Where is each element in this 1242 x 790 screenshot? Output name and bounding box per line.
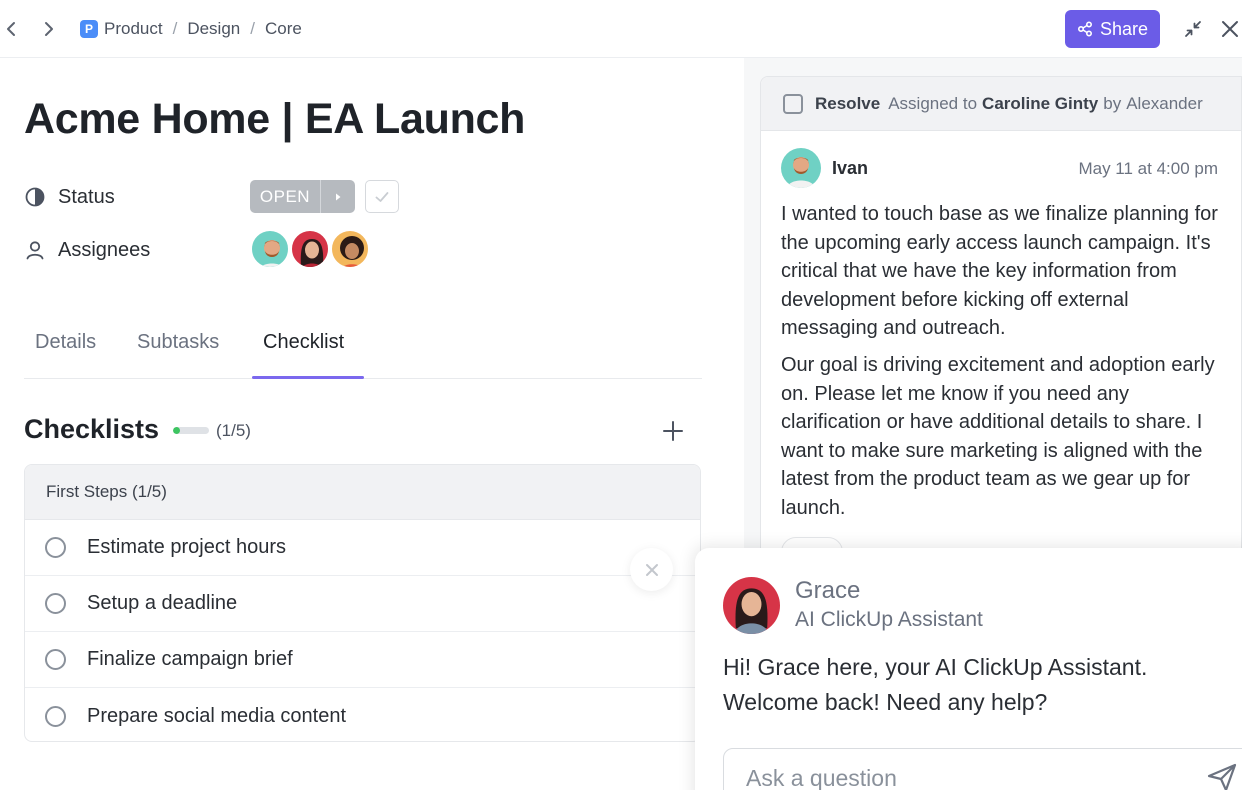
share-label: Share xyxy=(1099,18,1149,39)
checklist-item-label: Finalize campaign brief xyxy=(87,648,293,670)
comment-paragraph: Our goal is driving excitement and adopt… xyxy=(781,354,1215,519)
close-icon[interactable] xyxy=(1219,18,1241,40)
breadcrumb-separator: / xyxy=(250,19,255,38)
avatar-assignee-2[interactable] xyxy=(290,229,330,269)
comment-author[interactable]: Ivan xyxy=(832,158,868,179)
forward-arrow-icon[interactable] xyxy=(38,18,58,40)
checklist-item-label: Setup a deadline xyxy=(87,592,238,614)
checklist-group: First Steps (1/5) Estimate project hours… xyxy=(24,464,701,742)
close-icon xyxy=(645,563,658,576)
active-tab-indicator xyxy=(252,376,364,379)
back-arrow-icon[interactable] xyxy=(2,18,22,40)
breadcrumb-separator: / xyxy=(172,19,178,38)
ai-assistant-popup: Grace AI ClickUp Assistant Hi! Grace her… xyxy=(695,548,1242,790)
checklist-item-label: Prepare social media content xyxy=(87,704,347,727)
checklist-item-checkbox[interactable] xyxy=(45,537,66,558)
top-bar: P Product / Design / Core Share xyxy=(0,0,1242,58)
resolve-checkbox[interactable] xyxy=(783,93,803,114)
assistant-name: Grace xyxy=(795,577,861,604)
task-title[interactable]: Acme Home | EA Launch xyxy=(24,95,525,144)
send-icon[interactable] xyxy=(1205,760,1239,790)
breadcrumb: P Product / Design / Core xyxy=(80,18,302,40)
checklist-progress-text: (1/5) xyxy=(216,421,251,440)
avatar-assignee-3[interactable] xyxy=(330,229,370,269)
checklist-item-checkbox[interactable] xyxy=(45,649,66,670)
assignee-icon xyxy=(24,239,46,261)
status-pill[interactable]: OPEN xyxy=(250,180,355,213)
close-assistant-button[interactable] xyxy=(630,548,673,591)
comment-timestamp: May 11 at 4:00 pm xyxy=(1078,159,1218,178)
share-button[interactable]: Share xyxy=(1065,10,1160,48)
status-next-icon[interactable] xyxy=(320,180,355,213)
avatar[interactable] xyxy=(781,148,821,188)
ask-question-input[interactable] xyxy=(723,748,1242,790)
checkmark-icon xyxy=(375,191,389,202)
tab-details[interactable]: Details xyxy=(35,331,96,354)
assigned-by-name[interactable]: Alexander xyxy=(1126,94,1203,114)
resolve-label: Resolve xyxy=(815,93,881,113)
breadcrumb-item-product[interactable]: Product xyxy=(104,19,163,39)
checklist-item-label: Estimate project hours xyxy=(87,536,286,558)
assignees-label: Assignees xyxy=(58,239,151,261)
checklist-progress-fill xyxy=(173,427,181,434)
space-badge-icon: P xyxy=(80,20,98,38)
add-checklist-icon[interactable] xyxy=(660,418,686,444)
checklist-item[interactable]: Setup a deadline xyxy=(25,576,700,632)
tab-subtasks[interactable]: Subtasks xyxy=(137,331,219,354)
breadcrumb-item-design[interactable]: Design xyxy=(187,19,240,39)
checklists-title: Checklists xyxy=(24,414,160,444)
avatar-assignee-1[interactable] xyxy=(250,229,290,269)
share-icon xyxy=(1077,21,1092,37)
status-value: OPEN xyxy=(259,186,311,206)
checklist-item-checkbox[interactable] xyxy=(45,593,66,614)
status-label: Status xyxy=(58,186,115,208)
assistant-role: AI ClickUp Assistant xyxy=(795,608,983,631)
tab-checklist[interactable]: Checklist xyxy=(263,331,344,354)
assigned-to-name[interactable]: Caroline Ginty xyxy=(982,94,1098,114)
checklist-group-title[interactable]: First Steps (1/5) xyxy=(25,465,700,520)
assistant-avatar xyxy=(723,577,780,634)
mark-complete-button[interactable] xyxy=(365,180,399,213)
comment-card: Resolve Assigned to Caroline Ginty by Al… xyxy=(760,76,1242,596)
breadcrumb-item-core[interactable]: Core xyxy=(265,19,302,39)
checklist-item[interactable]: Prepare social media content xyxy=(25,688,700,741)
checklist-item-checkbox[interactable] xyxy=(45,705,66,727)
status-icon xyxy=(24,186,46,208)
checklist-item[interactable]: Estimate project hours xyxy=(25,520,700,576)
assigned-prefix: Assigned to xyxy=(888,93,978,113)
comment-paragraph: I wanted to touch base as we finalize pl… xyxy=(781,203,1218,339)
assistant-message: Hi! Grace here, your AI ClickUp Assistan… xyxy=(723,654,1148,715)
by-prefix: by xyxy=(1103,93,1122,113)
checklist-item[interactable]: Finalize campaign brief xyxy=(25,632,700,688)
resolve-bar: Resolve Assigned to Caroline Ginty by Al… xyxy=(761,77,1241,131)
collapse-icon[interactable] xyxy=(1182,18,1204,40)
checklist-progress-bar xyxy=(173,427,209,434)
